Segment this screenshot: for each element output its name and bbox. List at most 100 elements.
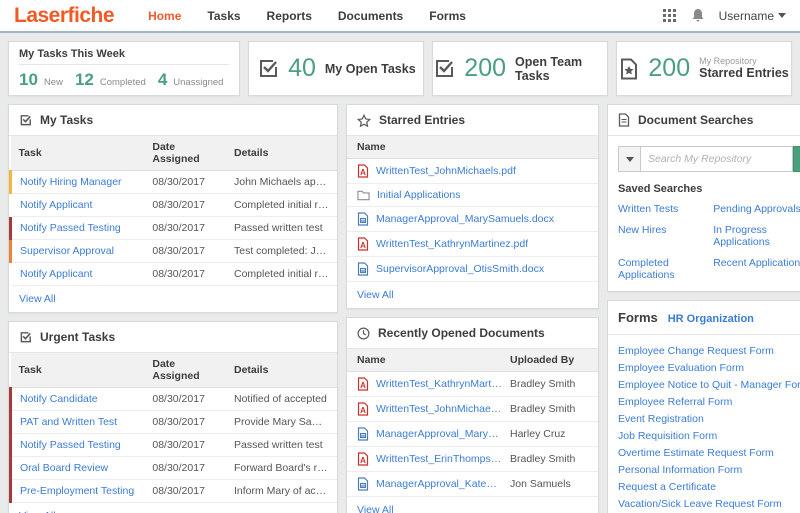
notifications-bell-icon[interactable] [691, 8, 705, 23]
details-cell: Completed initial review [226, 263, 337, 286]
recent-documents-panel: Recently Opened Documents Name Uploaded … [346, 317, 599, 513]
document-link[interactable]: WrittenTest_KathrynMartinez.pdf [376, 378, 503, 390]
column-header-details: Details [226, 353, 337, 388]
details-cell: Test completed: John Mich... [226, 240, 337, 263]
form-link[interactable]: Overtime Estimate Request Form [618, 448, 800, 459]
form-link[interactable]: Event Registration [618, 414, 800, 425]
task-name-cell: Notify Hiring Manager [11, 171, 145, 194]
form-link[interactable]: Employee Referral Form [618, 397, 800, 408]
nav-item-home[interactable]: Home [148, 9, 181, 23]
starred-count: 200 [648, 54, 690, 83]
column-header-date-assigned: Date Assigned [144, 136, 226, 171]
task-link[interactable]: Notify Applicant [20, 268, 92, 280]
docx-icon [357, 262, 369, 276]
form-link[interactable]: Employee Evaluation Form [618, 363, 800, 374]
forms-org-link[interactable]: HR Organization [668, 313, 754, 325]
task-link[interactable]: Notify Passed Testing [20, 439, 121, 451]
entry-link[interactable]: WrittenTest_JohnMichaels.pdf [376, 165, 516, 177]
forms-panel: Forms HR Organization Employee Change Re… [607, 300, 800, 513]
list-item: AWrittenTest_KathrynMartinez.pdf [347, 232, 598, 257]
view-all-link[interactable]: View All [9, 286, 337, 312]
app-grid-icon[interactable] [662, 8, 677, 23]
word-file-icon [357, 477, 369, 491]
form-link[interactable]: Employee Change Request Form [618, 346, 800, 357]
entry-link[interactable]: Initial Applications [377, 189, 460, 201]
table-row: PAT and Written Test08/30/2017Provide Ma… [11, 411, 338, 434]
date-assigned-cell: 08/30/2017 [144, 457, 226, 480]
docx-icon [357, 212, 369, 226]
search-input[interactable] [640, 146, 793, 172]
nav-item-reports[interactable]: Reports [267, 9, 312, 23]
view-all-link[interactable]: View All [347, 497, 598, 513]
document-link[interactable]: WrittenTest_JohnMichaels.pdf [376, 403, 503, 415]
table-row: ManagerApproval_KateMadden.docxJon Samue… [347, 472, 598, 497]
task-link[interactable]: Oral Board Review [20, 462, 108, 474]
my-open-tasks-card[interactable]: 40 My Open Tasks [248, 41, 424, 96]
document-link[interactable]: WrittenTest_ErinThompson.pdf [376, 453, 503, 465]
form-link[interactable]: Employee Notice to Quit - Manager Form [618, 380, 800, 391]
summary-cards: My Tasks This Week 10New12Completed4Unas… [8, 41, 792, 96]
view-all-link[interactable]: View All [347, 282, 598, 308]
view-all-link[interactable]: View All [9, 503, 337, 513]
task-link[interactable]: Notify Applicant [20, 199, 92, 211]
folder-icon [357, 189, 370, 201]
word-file-icon [357, 212, 369, 226]
username-menu[interactable]: Username [719, 9, 786, 23]
top-navigation-bar: Laserfiche Home Tasks Reports Documents Form… [0, 0, 800, 33]
saved-search-link[interactable]: Pending Approvals [713, 203, 800, 215]
task-link[interactable]: Supervisor Approval [20, 245, 114, 257]
search-button[interactable] [793, 146, 800, 172]
details-cell: Passed written test [226, 434, 337, 457]
entry-link[interactable]: SupervisorApproval_OtisSmith.docx [376, 263, 544, 275]
document-link[interactable]: ManagerApproval_MarySamuels.docx [376, 428, 503, 440]
table-row: Notify Passed Testing08/30/2017Passed wr… [11, 217, 338, 240]
form-link[interactable]: Personal Information Form [618, 465, 800, 476]
nav-item-forms[interactable]: Forms [429, 9, 466, 23]
saved-search-link[interactable]: Written Tests [618, 203, 713, 215]
pdf-file-icon: A [357, 164, 369, 178]
open-team-tasks-card[interactable]: 200 Open Team Tasks [432, 41, 608, 96]
word-file-icon [357, 262, 369, 276]
checkbox-check-icon [19, 331, 32, 344]
date-assigned-cell: 08/30/2017 [144, 434, 226, 457]
table-row: ManagerApproval_MarySamuels.docxHarley C… [347, 422, 598, 447]
starred-entries-card[interactable]: 200 My Repository Starred Entries [616, 41, 792, 96]
nav-item-documents[interactable]: Documents [338, 9, 403, 23]
task-link[interactable]: Pre-Employment Testing [20, 485, 134, 497]
column-header-date-assigned: Date Assigned [144, 353, 226, 388]
form-link[interactable]: Job Requisition Form [618, 431, 800, 442]
saved-searches-title: Saved Searches [618, 183, 800, 195]
saved-search-link[interactable]: In Progress Applications [713, 224, 800, 248]
task-link[interactable]: Notify Candidate [20, 393, 98, 405]
laserfiche-logo: Laserfiche [14, 4, 114, 28]
entry-link[interactable]: ManagerApproval_MarySamuels.docx [376, 213, 554, 225]
task-link[interactable]: Notify Passed Testing [20, 222, 121, 234]
checkbox-check-icon [257, 58, 279, 80]
saved-search-link[interactable]: New Hires [618, 224, 713, 248]
entry-link[interactable]: WrittenTest_KathrynMartinez.pdf [376, 238, 528, 250]
panel-title: Document Searches [638, 113, 753, 127]
date-assigned-cell: 08/30/2017 [144, 240, 226, 263]
card-title: My Tasks This Week [19, 48, 229, 65]
panel-title: Urgent Tasks [40, 330, 115, 344]
pdf-file-icon: A [357, 377, 369, 391]
nav-item-tasks[interactable]: Tasks [207, 9, 240, 23]
saved-search-link[interactable]: Recent Applications [713, 257, 800, 281]
saved-search-link[interactable]: Completed Applications [618, 257, 713, 281]
panel-title: Starred Entries [379, 113, 465, 127]
my-tasks-table: TaskDate AssignedDetails Notify Hiring M… [9, 136, 337, 286]
username-label: Username [719, 9, 774, 23]
form-link[interactable]: Request a Certificate [618, 482, 800, 493]
table-row: Notify Passed Testing 08/30/2017Passed wr… [11, 434, 338, 457]
uploaded-by-cell: Bradley Smith [510, 453, 588, 465]
pdf-file-icon: A [357, 452, 369, 466]
date-assigned-cell: 08/30/2017 [144, 411, 226, 434]
task-link[interactable]: PAT and Written Test [20, 416, 117, 428]
starred-document-icon [619, 58, 639, 80]
urgent-tasks-panel: Urgent Tasks TaskDate AssignedDetails No… [8, 321, 338, 513]
document-link[interactable]: ManagerApproval_KateMadden.docx [376, 478, 503, 490]
task-link[interactable]: Notify Hiring Manager [20, 176, 122, 188]
form-link[interactable]: Vacation/Sick Leave Request Form [618, 499, 800, 510]
my-tasks-this-week-card[interactable]: My Tasks This Week 10New12Completed4Unas… [8, 41, 240, 96]
search-options-dropdown[interactable] [618, 146, 640, 172]
